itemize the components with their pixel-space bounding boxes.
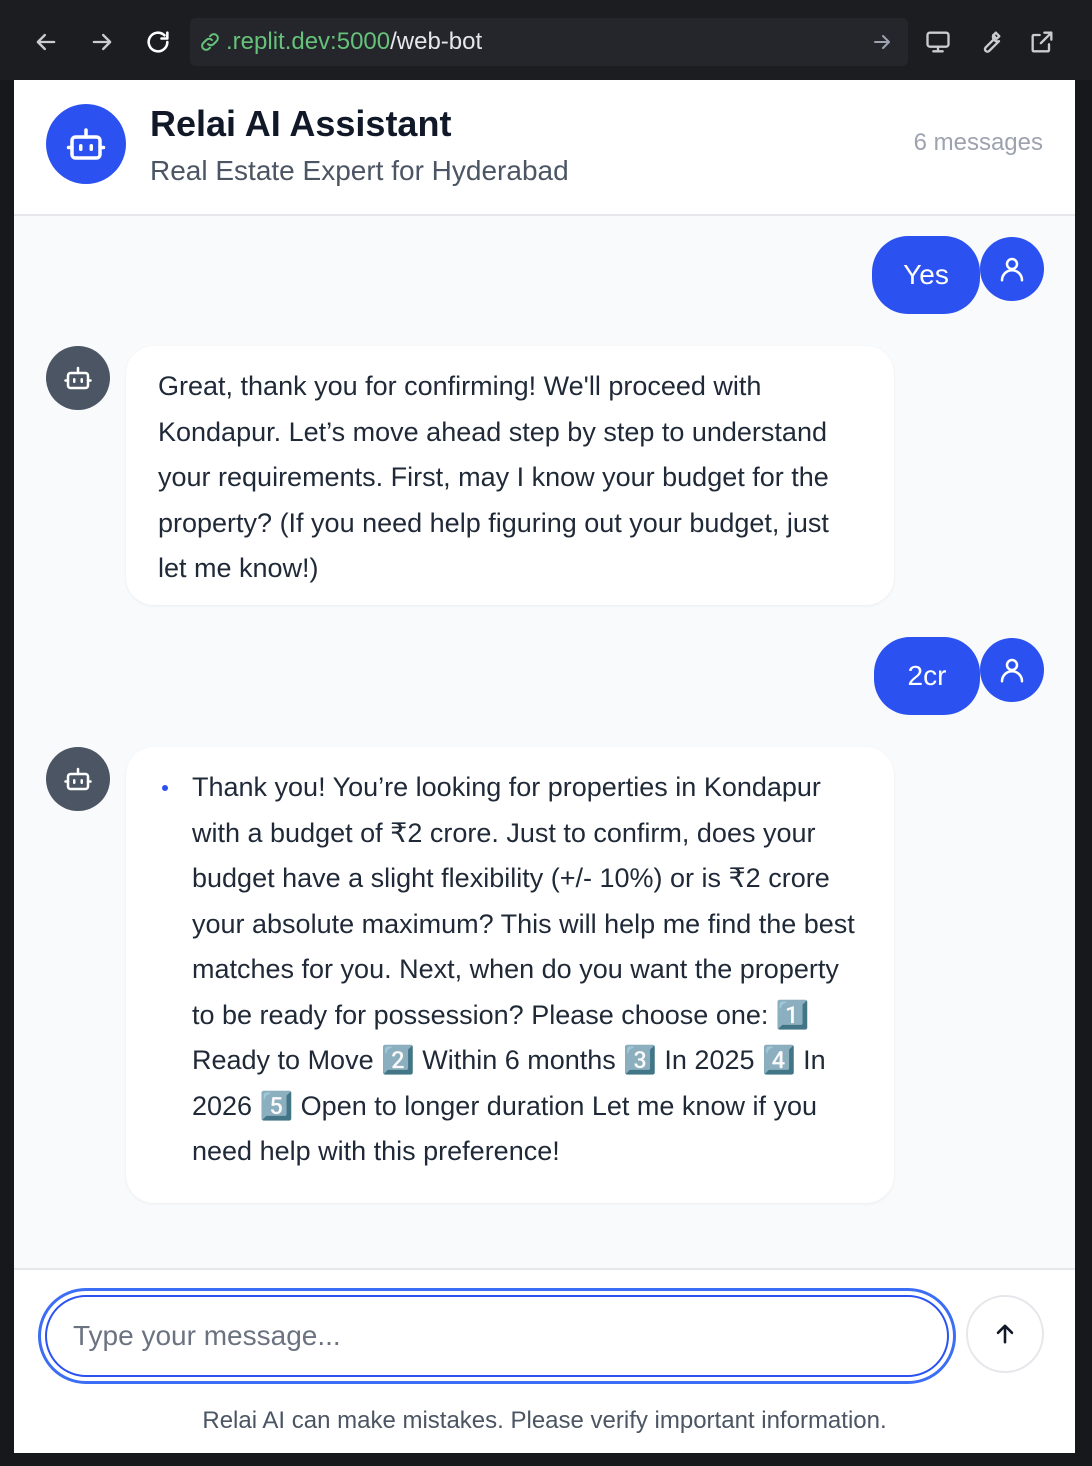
bot-icon	[64, 767, 92, 791]
reload-icon	[147, 31, 169, 53]
user-icon	[1000, 658, 1024, 683]
bot-icon	[64, 366, 92, 390]
external-link-icon	[1031, 31, 1053, 53]
url-path: /web-bot	[390, 28, 483, 55]
message-input[interactable]	[45, 1295, 949, 1377]
assistant-avatar	[46, 104, 126, 184]
bot-message-text: Thank you! You’re looking for properties…	[192, 772, 855, 1166]
user-avatar	[980, 638, 1044, 702]
send-button[interactable]	[966, 1295, 1044, 1373]
url-text: .replit.dev:5000/web-bot	[226, 28, 482, 56]
url-host: .replit.dev:5000	[226, 28, 391, 55]
bot-message-list: Thank you! You’re looking for properties…	[158, 765, 862, 1175]
forward-button[interactable]	[82, 22, 122, 62]
bot-message-text: Great, thank you for confirming! We'll p…	[158, 371, 829, 583]
open-external-button[interactable]	[1022, 22, 1062, 62]
wrench-icon	[983, 31, 1001, 53]
bullet-dot	[162, 785, 168, 791]
list-item: Thank you! You’re looking for properties…	[158, 765, 862, 1175]
user-avatar	[980, 237, 1044, 301]
address-bar[interactable]: .replit.dev:5000/web-bot	[190, 18, 908, 66]
message-count: 6 messages	[913, 129, 1043, 156]
page-subtitle: Real Estate Expert for Hyderabad	[150, 155, 569, 186]
link-icon	[201, 33, 219, 51]
devtools-button[interactable]	[918, 22, 958, 62]
reload-button[interactable]	[138, 22, 178, 62]
arrow-right-icon	[92, 33, 112, 51]
chat-header: Relai AI Assistant Real Estate Expert fo…	[14, 80, 1075, 216]
go-arrow-icon[interactable]	[870, 30, 894, 54]
user-message-bubble: 2cr	[874, 637, 980, 715]
message-composer: Relai AI can make mistakes. Please verif…	[14, 1268, 1075, 1453]
tools-button[interactable]	[970, 22, 1010, 62]
user-message-bubble: Yes	[872, 236, 980, 314]
bot-avatar	[46, 346, 110, 410]
chat-app: Relai AI Assistant Real Estate Expert fo…	[14, 80, 1075, 1453]
bot-message-bubble: Thank you! You’re looking for properties…	[126, 747, 894, 1203]
bot-message-bubble: Great, thank you for confirming! We'll p…	[126, 346, 894, 605]
page-title: Relai AI Assistant	[150, 103, 452, 144]
monitor-icon	[926, 31, 950, 53]
disclaimer-text: Relai AI can make mistakes. Please verif…	[202, 1407, 887, 1434]
bot-avatar	[46, 747, 110, 811]
message-input-wrapper	[38, 1288, 956, 1384]
arrow-left-icon	[36, 33, 56, 51]
user-icon	[1000, 257, 1024, 282]
arrow-up-icon	[996, 1324, 1014, 1344]
browser-toolbar: .replit.dev:5000/web-bot	[0, 0, 1092, 80]
bot-icon	[66, 128, 106, 160]
back-button[interactable]	[26, 22, 66, 62]
